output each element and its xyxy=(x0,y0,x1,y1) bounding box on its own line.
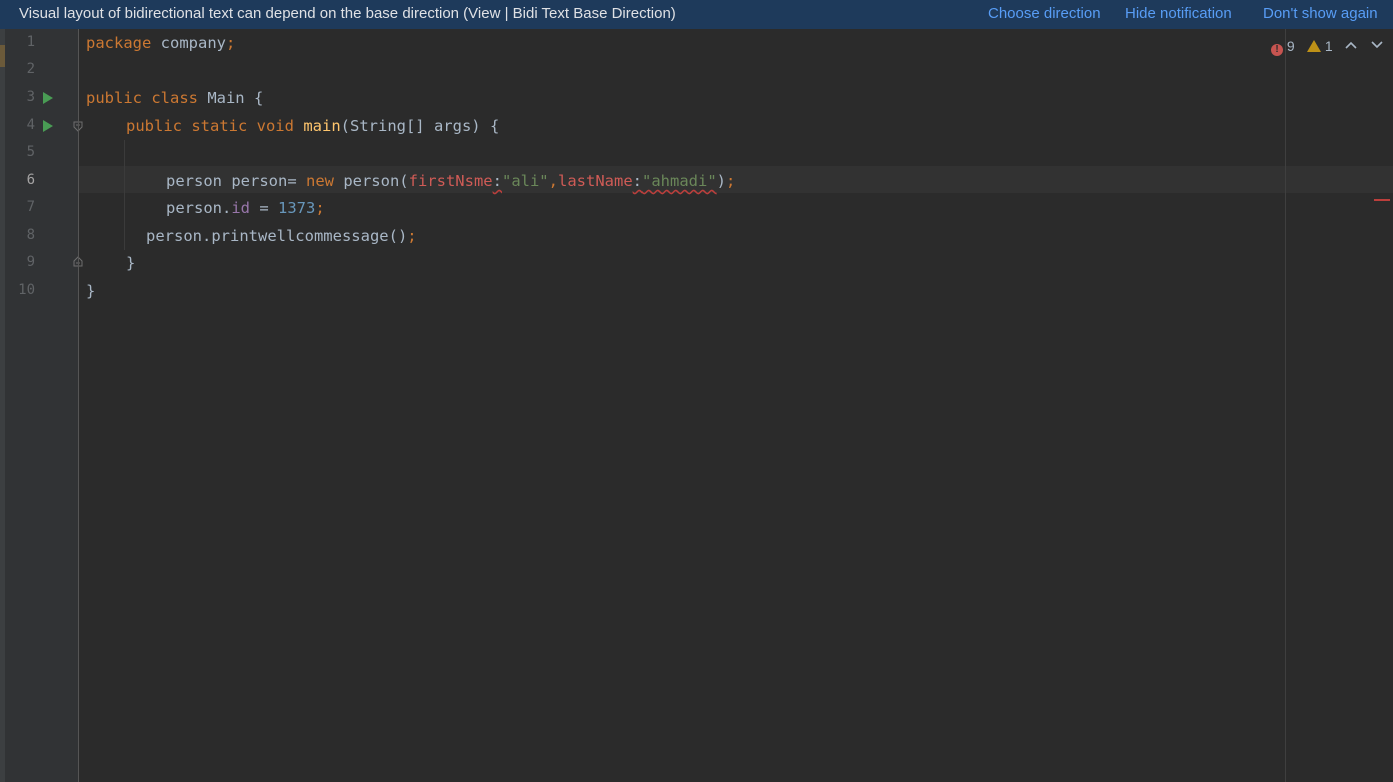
parameter-hint-error: lastName xyxy=(558,172,633,190)
line-number: 1 xyxy=(26,34,35,50)
string-literal: "ali" xyxy=(501,172,549,190)
line-number: 2 xyxy=(26,61,35,77)
indent-guide xyxy=(124,140,125,250)
line-number: 3 xyxy=(26,89,35,105)
error-stripe-mark[interactable] xyxy=(1374,199,1390,201)
warning-count: 1 xyxy=(1324,38,1333,54)
error-count: 9 xyxy=(1286,38,1295,54)
right-margin-guide xyxy=(1285,29,1286,782)
colon-error: : xyxy=(632,172,642,190)
code-text: person.printwellcommessage() xyxy=(146,227,408,245)
line-number: 9 xyxy=(26,254,35,270)
code-text: person person= xyxy=(166,172,306,190)
method-name: main xyxy=(303,117,341,135)
code-text: company xyxy=(151,34,226,52)
keyword: public static void xyxy=(126,117,294,135)
line-number: 7 xyxy=(26,199,35,215)
warning-indicator[interactable]: 1 xyxy=(1307,33,1333,60)
error-indicator[interactable]: ! 9 xyxy=(1271,33,1295,60)
code-text: (String[] args) { xyxy=(340,117,500,135)
chevron-up-icon[interactable] xyxy=(1345,41,1357,49)
hide-notification-link[interactable]: Hide notification xyxy=(1125,0,1232,27)
chevron-down-icon[interactable] xyxy=(1371,41,1383,49)
code-line-8[interactable]: person.printwellcommessage(); xyxy=(146,223,417,250)
code-editor[interactable]: package company; public class Main { pub… xyxy=(79,29,1393,782)
code-text: person( xyxy=(333,172,409,190)
line-number: 4 xyxy=(26,117,35,133)
number-literal: 1373 xyxy=(278,199,316,217)
code-line-4[interactable]: public static void main(String[] args) { xyxy=(126,113,499,140)
semicolon: ; xyxy=(315,199,325,217)
parameter-hint-error: firstNsme xyxy=(408,172,493,190)
code-text: person. xyxy=(166,199,232,217)
code-text: = xyxy=(250,199,278,217)
code-line-3[interactable]: public class Main { xyxy=(86,85,263,112)
notification-message: Visual layout of bidirectional text can … xyxy=(19,5,676,22)
code-line-9[interactable]: } xyxy=(126,250,135,277)
code-text: } xyxy=(126,254,136,272)
semicolon: ; xyxy=(225,34,236,52)
keyword: public class xyxy=(86,89,198,107)
semicolon: ; xyxy=(726,172,736,190)
colon-error: : xyxy=(492,172,502,190)
run-class-icon[interactable] xyxy=(43,92,53,104)
string-literal-error: "ahmadi" xyxy=(642,172,717,190)
keyword: package xyxy=(86,34,152,52)
code-line-6[interactable]: person person= new person(firstNsme:"ali… xyxy=(166,168,735,195)
run-main-icon[interactable] xyxy=(43,120,53,132)
keyword: new xyxy=(305,172,334,190)
code-line-10[interactable]: } xyxy=(86,278,95,305)
code-line-7[interactable]: person.id = 1373; xyxy=(166,195,325,222)
choose-direction-link[interactable]: Choose direction xyxy=(988,0,1101,27)
field-name: id xyxy=(231,199,250,217)
line-number: 5 xyxy=(26,144,35,160)
line-number: 8 xyxy=(26,227,35,243)
bidi-notification-banner: Visual layout of bidirectional text can … xyxy=(0,0,1393,29)
code-text: } xyxy=(86,282,96,300)
warning-icon xyxy=(1307,40,1321,52)
dont-show-again-link[interactable]: Don't show again xyxy=(1263,0,1378,27)
line-number: 10 xyxy=(18,282,35,298)
semicolon: ; xyxy=(407,227,417,245)
error-icon: ! xyxy=(1271,44,1283,56)
code-text: Main { xyxy=(197,89,264,107)
code-text: ) xyxy=(716,172,726,190)
line-number-current: 6 xyxy=(26,172,35,188)
editor-gutter: 1 2 3 4 5 6 7 8 9 10 xyxy=(5,29,83,782)
comma: , xyxy=(548,172,558,190)
code-line-1[interactable]: package company; xyxy=(86,30,235,57)
